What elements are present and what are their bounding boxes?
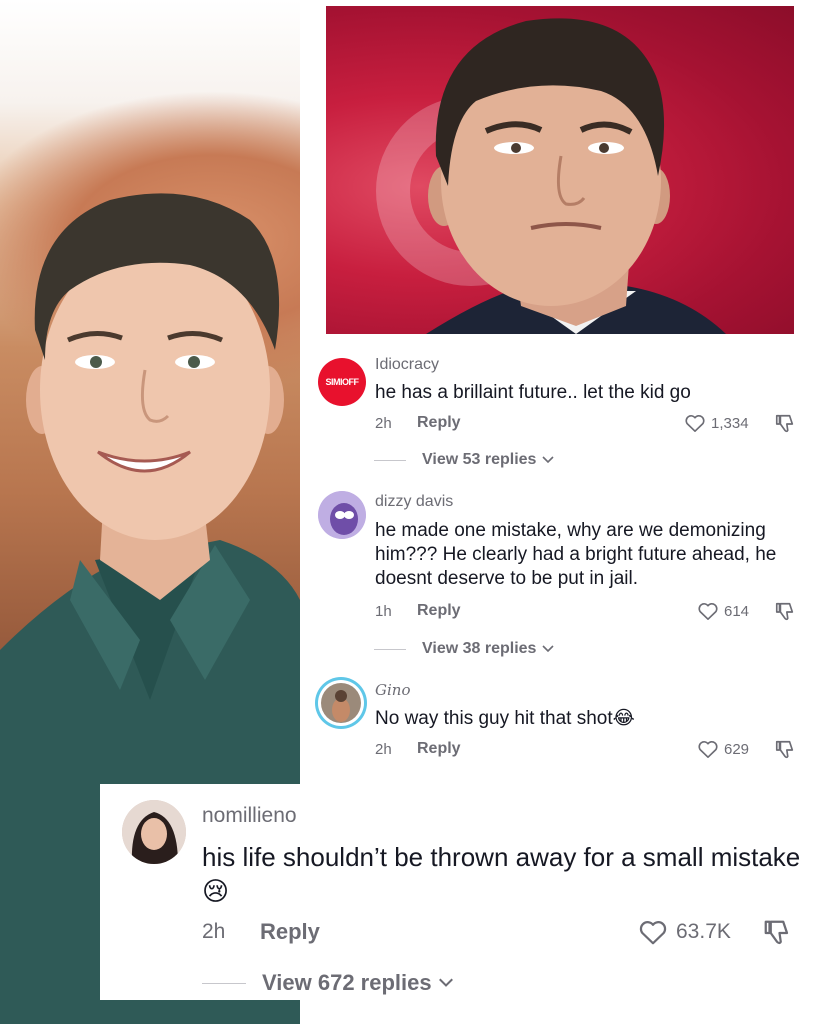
comment-text: he has a brillaint future.. let the kid … bbox=[375, 382, 691, 403]
like-count: 1,334 bbox=[711, 414, 749, 432]
view-replies-button[interactable]: View 53 replies bbox=[374, 451, 555, 469]
dislike-icon[interactable] bbox=[774, 601, 796, 623]
reply-button[interactable]: Reply bbox=[417, 740, 461, 758]
heart-icon bbox=[698, 603, 718, 620]
avatar-photo bbox=[318, 680, 364, 726]
divider-line bbox=[202, 982, 246, 984]
heart-icon bbox=[639, 921, 667, 945]
avatar-logo-text: SIMIOFF bbox=[325, 377, 360, 387]
comment-time: 2h bbox=[375, 741, 392, 758]
comment-username[interactable]: dizzy davis bbox=[375, 493, 453, 511]
like-count: 629 bbox=[724, 740, 750, 758]
comment-username[interactable]: Idiocracy bbox=[375, 356, 439, 374]
like-button[interactable]: 629 bbox=[697, 739, 749, 759]
chevron-down-icon bbox=[438, 978, 453, 987]
comment-text: he made one mistake, why are we demonizi… bbox=[375, 520, 777, 589]
view-replies-label: View 672 replies bbox=[262, 970, 432, 995]
avatar-nomillieno[interactable] bbox=[122, 800, 186, 864]
chevron-down-icon bbox=[542, 645, 555, 653]
comment-text: his life shouldn’t be thrown away for a … bbox=[202, 842, 801, 906]
comment-username[interactable]: Gino bbox=[375, 681, 410, 699]
photo-man-red-background bbox=[326, 6, 794, 334]
comment-text: No way this guy hit that shot😂 bbox=[375, 708, 635, 729]
avatar-dizzy-davis[interactable] bbox=[318, 491, 366, 539]
reply-button[interactable]: Reply bbox=[260, 919, 320, 945]
avatar-gino[interactable] bbox=[315, 677, 367, 729]
like-button[interactable]: 614 bbox=[697, 601, 749, 621]
avatar-idiocracy[interactable]: SIMIOFF bbox=[318, 358, 366, 406]
view-replies-button[interactable]: View 672 replies bbox=[202, 970, 454, 996]
heart-icon bbox=[685, 415, 705, 432]
comment-time: 1h bbox=[375, 603, 392, 620]
comment-time: 2h bbox=[375, 415, 392, 432]
dislike-icon[interactable] bbox=[774, 739, 796, 761]
like-button[interactable]: 1,334 bbox=[684, 413, 749, 433]
view-replies-button[interactable]: View 38 replies bbox=[374, 640, 555, 658]
heart-icon bbox=[698, 741, 718, 758]
divider-line bbox=[374, 459, 406, 461]
like-count: 63.7K bbox=[676, 920, 731, 943]
avatar-character-image bbox=[318, 491, 366, 539]
like-count: 614 bbox=[724, 602, 750, 620]
comment-time: 2h bbox=[202, 920, 226, 943]
like-button[interactable]: 63.7K bbox=[638, 918, 731, 946]
reply-button[interactable]: Reply bbox=[417, 414, 461, 432]
reply-button[interactable]: Reply bbox=[417, 602, 461, 620]
dislike-icon[interactable] bbox=[762, 918, 792, 948]
avatar-photo bbox=[122, 800, 186, 864]
view-replies-label: View 53 replies bbox=[422, 451, 537, 468]
divider-line bbox=[374, 648, 406, 650]
featured-comment-card: nomillieno his life shouldn’t be thrown … bbox=[100, 784, 820, 1000]
dislike-icon[interactable] bbox=[774, 413, 796, 435]
view-replies-label: View 38 replies bbox=[422, 640, 537, 657]
comment-username[interactable]: nomillieno bbox=[202, 804, 297, 828]
chevron-down-icon bbox=[542, 456, 555, 464]
man-illustration bbox=[426, 18, 726, 334]
